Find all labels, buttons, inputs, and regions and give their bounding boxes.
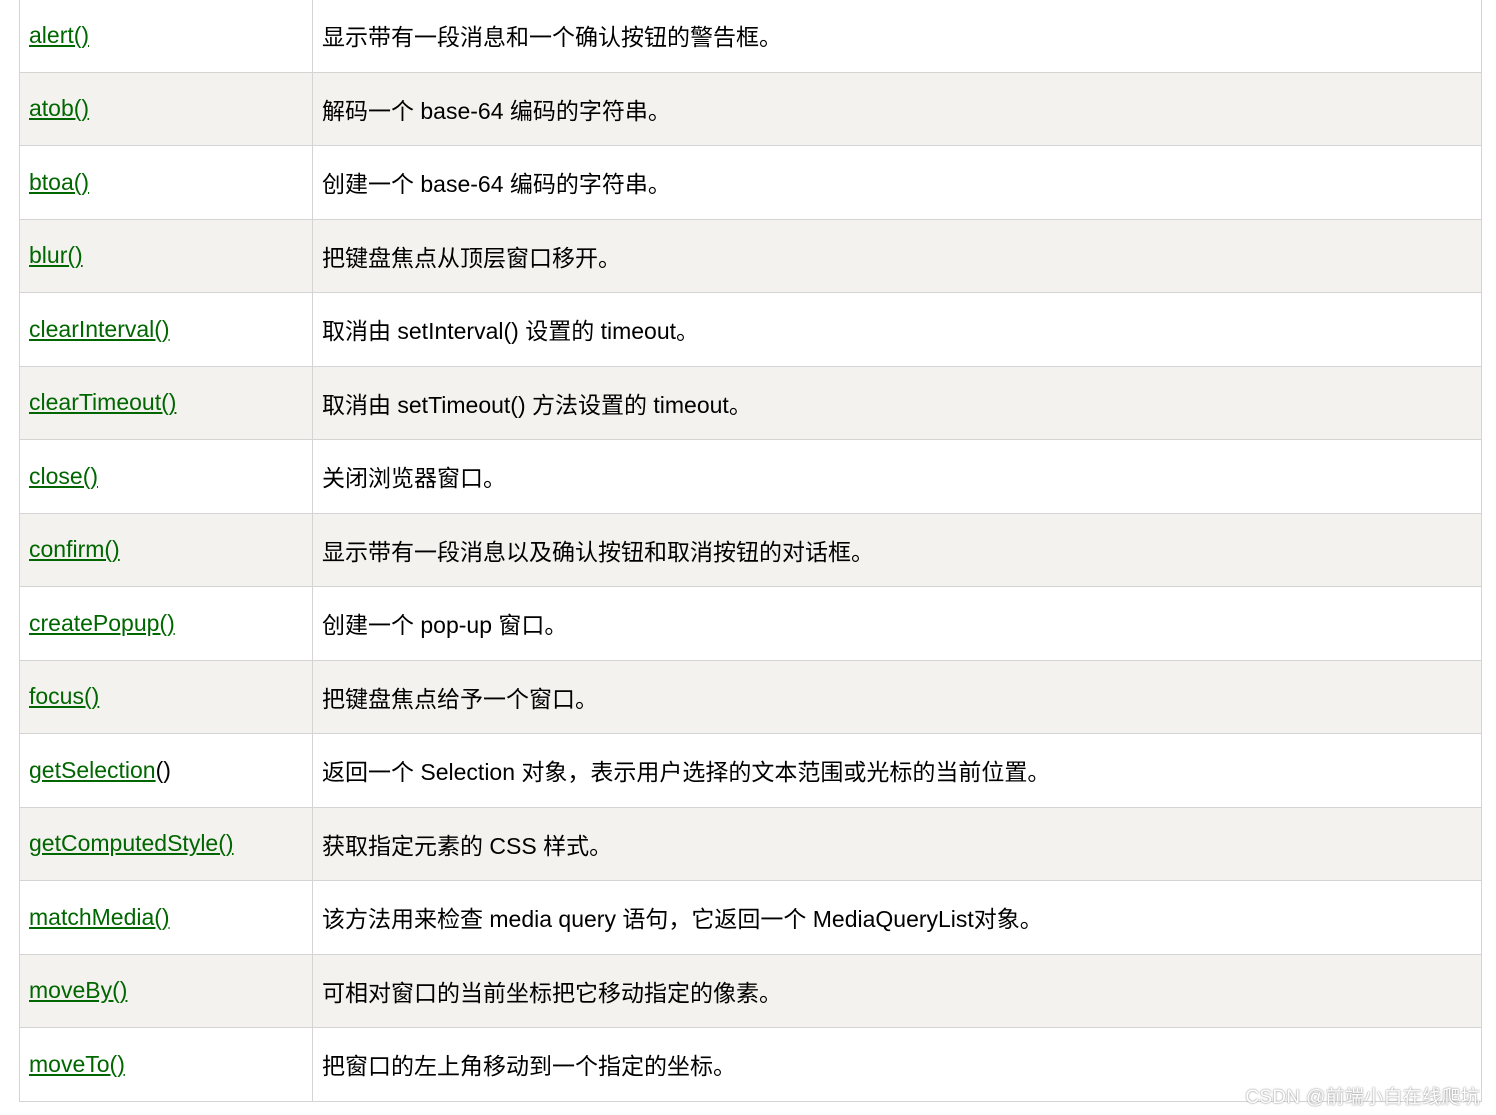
method-link[interactable]: confirm() (29, 536, 120, 562)
method-cell: atob() (19, 71, 313, 146)
page: alert() 显示带有一段消息和一个确认按钮的警告框。 atob() 解码一个 ba… (0, 0, 1496, 1115)
table-row: getComputedStyle() 获取指定元素的 CSS 样式。 (19, 806, 1482, 881)
description-text: 取消由 setTimeout() 方法设置的 timeout。 (322, 391, 752, 418)
description-cell: 获取指定元素的 CSS 样式。 (312, 806, 1482, 881)
method-cell: getSelection() (19, 733, 313, 808)
method-link[interactable]: blur() (29, 242, 83, 268)
method-link[interactable]: moveBy() (29, 977, 127, 1003)
table-row: focus() 把键盘焦点给予一个窗口。 (19, 659, 1482, 734)
method-link[interactable]: focus() (29, 683, 99, 709)
description-cell: 显示带有一段消息以及确认按钮和取消按钮的对话框。 (312, 512, 1482, 587)
table-row: close() 关闭浏览器窗口。 (19, 439, 1482, 514)
method-cell: close() (19, 439, 313, 514)
table-row: matchMedia() 该方法用来检查 media query 语句，它返回一个… (19, 880, 1482, 955)
method-cell: moveTo() (19, 1027, 313, 1102)
description-text: 该方法用来检查 media query 语句，它返回一个 MediaQueryL… (322, 906, 1043, 933)
method-cell: matchMedia() (19, 880, 313, 955)
method-cell: alert() (19, 0, 313, 73)
method-cell: btoa() (19, 145, 313, 220)
description-text: 显示带有一段消息以及确认按钮和取消按钮的对话框。 (322, 538, 874, 565)
method-link[interactable]: createPopup() (29, 610, 175, 636)
table-row: getSelection() 返回一个 Selection 对象，表示用户选择的文… (19, 733, 1482, 808)
description-text: 把键盘焦点给予一个窗口。 (322, 685, 598, 712)
description-text: 可相对窗口的当前坐标把它移动指定的像素。 (322, 979, 782, 1006)
description-text: 创建一个 pop-up 窗口。 (322, 612, 568, 639)
description-cell: 创建一个 pop-up 窗口。 (312, 586, 1482, 661)
table-row: alert() 显示带有一段消息和一个确认按钮的警告框。 (19, 0, 1482, 73)
method-cell: moveBy() (19, 953, 313, 1028)
description-text: 关闭浏览器窗口。 (322, 465, 506, 492)
table-row: moveBy() 可相对窗口的当前坐标把它移动指定的像素。 (19, 953, 1482, 1028)
description-text: 把窗口的左上角移动到一个指定的坐标。 (322, 1053, 736, 1080)
method-cell: createPopup() (19, 586, 313, 661)
csdn-watermark: CSDN @前端小白在线爬坑 (1245, 1087, 1480, 1108)
method-link[interactable]: getSelection (29, 757, 156, 783)
description-cell: 该方法用来检查 media query 语句，它返回一个 MediaQueryL… (312, 880, 1482, 955)
description-text: 返回一个 Selection 对象，表示用户选择的文本范围或光标的当前位置。 (322, 759, 1051, 786)
description-text: 创建一个 base-64 编码的字符串。 (322, 171, 671, 198)
method-cell: clearInterval() (19, 292, 313, 367)
method-link[interactable]: alert() (29, 22, 89, 48)
table-body: alert() 显示带有一段消息和一个确认按钮的警告框。 atob() 解码一个 ba… (19, 0, 1482, 1102)
description-text: 取消由 setInterval() 设置的 timeout。 (322, 318, 700, 345)
description-cell: 显示带有一段消息和一个确认按钮的警告框。 (312, 0, 1482, 73)
table-row: clearTimeout() 取消由 setTimeout() 方法设置的 tim… (19, 365, 1482, 440)
description-cell: 取消由 setInterval() 设置的 timeout。 (312, 292, 1482, 367)
method-cell: clearTimeout() (19, 365, 313, 440)
method-cell: blur() (19, 218, 313, 293)
table-row: atob() 解码一个 base-64 编码的字符串。 (19, 71, 1482, 146)
method-link[interactable]: atob() (29, 95, 89, 121)
method-cell: confirm() (19, 512, 313, 587)
method-link[interactable]: clearTimeout() (29, 389, 176, 415)
description-text: 获取指定元素的 CSS 样式。 (322, 832, 613, 859)
description-text: 解码一个 base-64 编码的字符串。 (322, 97, 671, 124)
table-row: blur() 把键盘焦点从顶层窗口移开。 (19, 218, 1482, 293)
method-link[interactable]: matchMedia() (29, 904, 170, 930)
method-cell: getComputedStyle() (19, 806, 313, 881)
description-cell: 把键盘焦点从顶层窗口移开。 (312, 218, 1482, 293)
description-cell: 可相对窗口的当前坐标把它移动指定的像素。 (312, 953, 1482, 1028)
description-text: 把键盘焦点从顶层窗口移开。 (322, 244, 621, 271)
table-row: createPopup() 创建一个 pop-up 窗口。 (19, 586, 1482, 661)
table-row: clearInterval() 取消由 setInterval() 设置的 tim… (19, 292, 1482, 367)
method-suffix: () (155, 756, 171, 783)
description-cell: 创建一个 base-64 编码的字符串。 (312, 145, 1482, 220)
description-cell: 返回一个 Selection 对象，表示用户选择的文本范围或光标的当前位置。 (312, 733, 1482, 808)
description-cell: 把键盘焦点给予一个窗口。 (312, 659, 1482, 734)
description-cell: 取消由 setTimeout() 方法设置的 timeout。 (312, 365, 1482, 440)
description-cell: 关闭浏览器窗口。 (312, 439, 1482, 514)
description-text: 显示带有一段消息和一个确认按钮的警告框。 (322, 24, 782, 51)
method-link[interactable]: btoa() (29, 169, 89, 195)
table-row: confirm() 显示带有一段消息以及确认按钮和取消按钮的对话框。 (19, 512, 1482, 587)
table-row: btoa() 创建一个 base-64 编码的字符串。 (19, 145, 1482, 220)
method-link[interactable]: close() (29, 463, 98, 489)
method-link[interactable]: clearInterval() (29, 316, 170, 342)
method-cell: focus() (19, 659, 313, 734)
window-methods-table: alert() 显示带有一段消息和一个确认按钮的警告框。 atob() 解码一个 ba… (19, 0, 1482, 1102)
method-link[interactable]: moveTo() (29, 1051, 125, 1077)
description-cell: 解码一个 base-64 编码的字符串。 (312, 71, 1482, 146)
method-link[interactable]: getComputedStyle() (29, 830, 234, 856)
